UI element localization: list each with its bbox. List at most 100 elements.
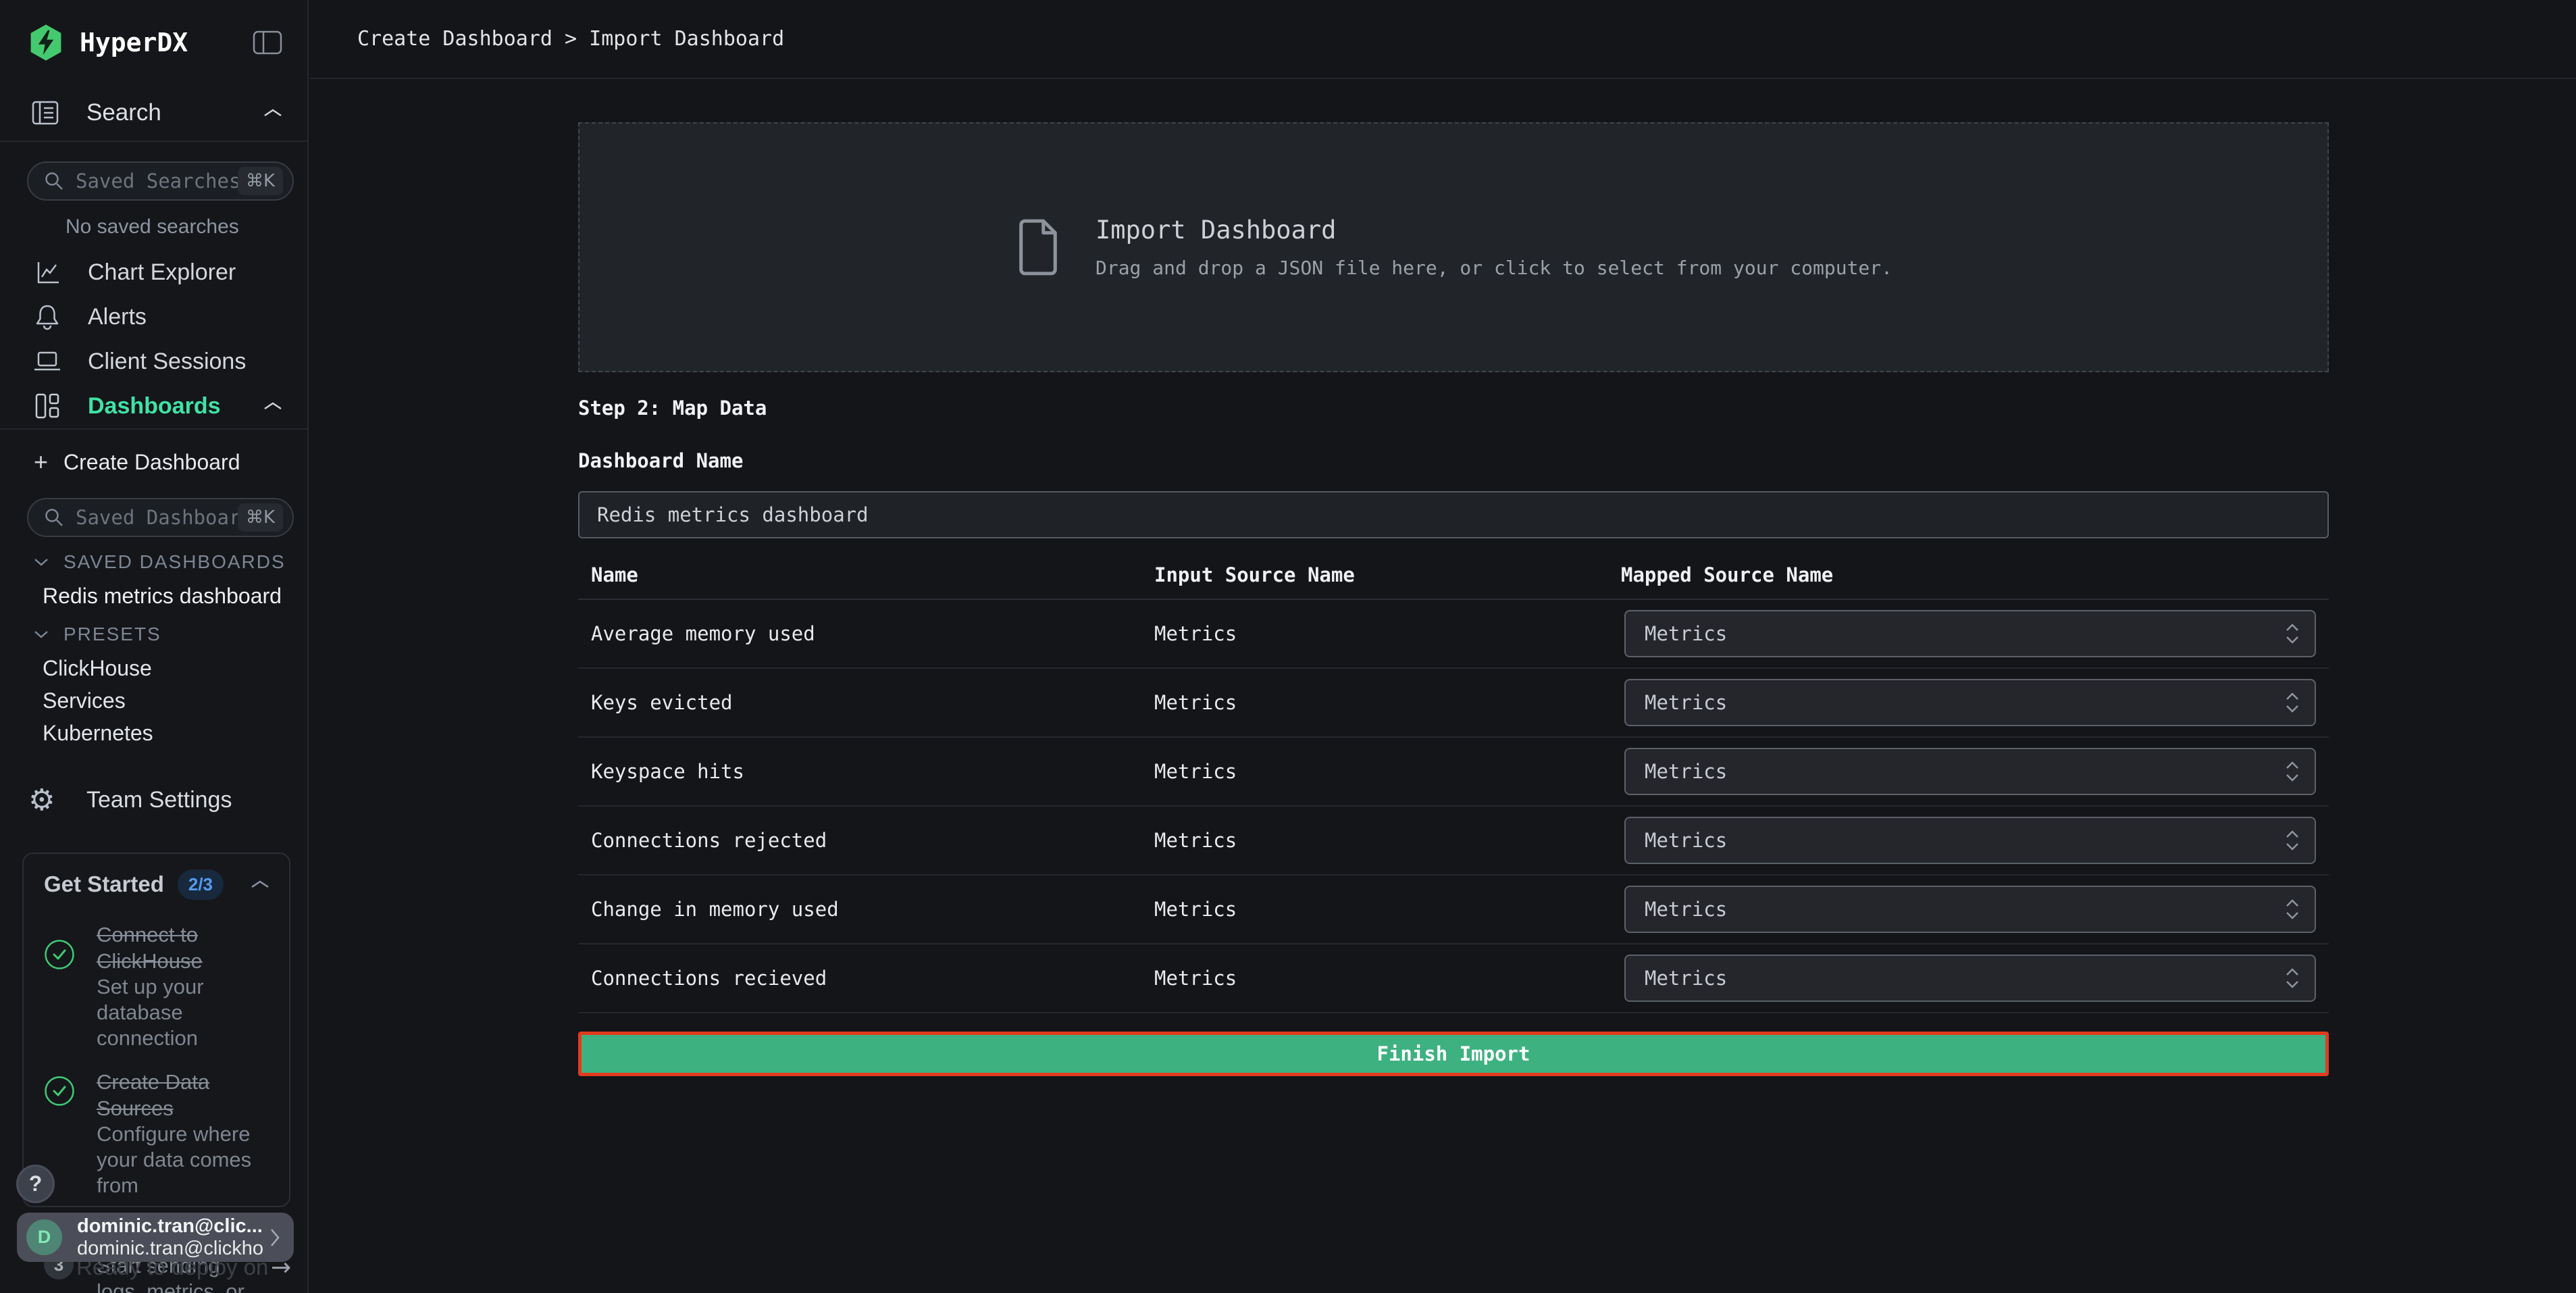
user-name: dominic.tran@clic... — [77, 1215, 263, 1238]
user-account-chip[interactable]: D dominic.tran@clic... dominic.tran@clic… — [17, 1213, 294, 1262]
team-settings-label: Team Settings — [86, 787, 232, 813]
nav-label: Alerts — [88, 304, 283, 330]
mapping-table-header: Name Input Source Name Mapped Source Nam… — [578, 551, 2329, 600]
create-dashboard-button[interactable]: + Create Dashboard — [0, 450, 307, 474]
metric-name: Average memory used — [578, 622, 1154, 645]
selected-value: Metrics — [1645, 967, 2284, 990]
mapped-source-select[interactable]: Metrics — [1624, 886, 2316, 933]
chevron-right-icon — [268, 1227, 282, 1248]
search-section-label: Search — [86, 99, 263, 126]
collapse-sidebar-icon[interactable] — [252, 29, 283, 56]
preset-item-services[interactable]: Services — [0, 684, 307, 717]
avatar: D — [26, 1219, 62, 1255]
dropzone-subtitle: Drag and drop a JSON file here, or click… — [1096, 257, 1892, 279]
dropzone-title: Import Dashboard — [1096, 216, 1892, 245]
sidebar-item-chart-explorer[interactable]: Chart Explorer — [0, 250, 307, 295]
input-source-name: Metrics — [1154, 829, 1621, 852]
step-title: Connect to ClickHouse — [97, 921, 270, 974]
metric-name: Keyspace hits — [578, 760, 1154, 783]
column-header-input-source: Input Source Name — [1154, 563, 1621, 586]
app-title: HyperDX — [80, 28, 252, 57]
search-icon — [43, 170, 65, 192]
column-header-name: Name — [578, 563, 1154, 586]
breadcrumb: Create Dashboard > Import Dashboard — [357, 27, 784, 51]
progress-badge: 2/3 — [178, 869, 224, 900]
chevron-up-icon — [263, 400, 283, 412]
step-desc: Set up your database connection — [97, 974, 270, 1051]
table-row: Average memory used Metrics Metrics — [578, 600, 2329, 669]
nav-label: Dashboards — [88, 393, 263, 420]
column-header-mapped-source: Mapped Source Name — [1621, 563, 2329, 586]
mapped-source-select[interactable]: Metrics — [1624, 748, 2316, 795]
mapped-source-select[interactable]: Metrics — [1624, 955, 2316, 1002]
logo-row: HyperDX — [0, 0, 307, 85]
hyperdx-app: HyperDX Search — [0, 0, 2576, 1293]
selected-value: Metrics — [1645, 829, 2284, 852]
chevron-down-icon — [34, 630, 49, 639]
sidebar-item-dashboards[interactable]: Dashboards — [0, 384, 307, 428]
get-started-step-connect[interactable]: Connect to ClickHouse Set up your databa… — [44, 921, 270, 1051]
saved-searches-input[interactable] — [76, 170, 238, 193]
preset-item-clickhouse[interactable]: ClickHouse — [0, 652, 307, 684]
chevron-up-icon[interactable] — [250, 878, 270, 890]
hyperdx-logo-icon — [27, 24, 65, 61]
table-row: Change in memory used Metrics Metrics — [578, 876, 2329, 944]
presets-header[interactable]: PRESETS — [0, 622, 307, 646]
sidebar-item-client-sessions[interactable]: Client Sessions — [0, 339, 307, 384]
input-source-name: Metrics — [1154, 760, 1621, 783]
get-started-card: Get Started 2/3 Connect to ClickHouse Se… — [22, 853, 290, 1207]
step-2-title: Step 2: Map Data — [578, 397, 2329, 420]
input-source-name: Metrics — [1154, 622, 1621, 645]
shortcut-badge: ⌘K — [238, 167, 283, 195]
saved-dashboard-item-redis[interactable]: Redis metrics dashboard — [0, 584, 307, 608]
mapped-source-select[interactable]: Metrics — [1624, 817, 2316, 864]
sidebar-item-alerts[interactable]: Alerts — [0, 295, 307, 339]
selected-value: Metrics — [1645, 898, 2284, 921]
saved-dashboards-input[interactable] — [76, 506, 238, 529]
team-settings-button[interactable]: ⚙ Team Settings — [0, 778, 307, 822]
finish-import-button[interactable]: Finish Import — [578, 1032, 2329, 1076]
journal-icon — [31, 99, 59, 127]
metric-name: Connections recieved — [578, 967, 1154, 990]
dashboard-name-input[interactable] — [578, 491, 2329, 538]
mapped-source-select[interactable]: Metrics — [1624, 610, 2316, 657]
main-area: Create Dashboard > Import Dashboard Impo… — [310, 0, 2576, 1293]
saved-dashboards-search[interactable]: ⌘K — [27, 498, 294, 537]
json-dropzone[interactable]: Import Dashboard Drag and drop a JSON fi… — [578, 122, 2329, 372]
select-chevrons-icon — [2284, 966, 2301, 990]
saved-dashboards-header-label: SAVED DASHBOARDS — [63, 551, 286, 573]
select-chevrons-icon — [2284, 897, 2301, 921]
input-source-name: Metrics — [1154, 898, 1621, 921]
metric-name: Connections rejected — [578, 829, 1154, 852]
selected-value: Metrics — [1645, 691, 2284, 714]
sidebar-section-search[interactable]: Search — [0, 85, 307, 142]
help-button[interactable]: ? — [16, 1165, 55, 1203]
step-desc: Configure where your data comes from — [97, 1121, 270, 1198]
no-saved-searches-note: No saved searches — [0, 216, 307, 240]
sidebar: HyperDX Search — [0, 0, 309, 1293]
select-chevrons-icon — [2284, 690, 2301, 715]
nav-label: Client Sessions — [88, 349, 283, 375]
saved-searches-search[interactable]: ⌘K — [27, 161, 294, 201]
preset-item-kubernetes[interactable]: Kubernetes — [0, 717, 307, 749]
laptop-icon — [32, 348, 62, 375]
import-dashboard-content: Import Dashboard Drag and drop a JSON fi… — [578, 122, 2329, 1076]
table-row: Connections rejected Metrics Metrics — [578, 807, 2329, 876]
table-row: Connections recieved Metrics Metrics — [578, 944, 2329, 1013]
step-title: Create Data Sources — [97, 1069, 270, 1121]
chevron-down-icon — [34, 557, 49, 567]
metric-name: Keys evicted — [578, 691, 1154, 714]
sidebar-nav: Chart Explorer Alerts Cl — [0, 250, 307, 430]
dashboard-name-label: Dashboard Name — [578, 449, 2329, 472]
gear-icon: ⚙ — [28, 783, 63, 817]
create-dashboard-label: Create Dashboard — [63, 450, 240, 475]
chart-icon — [32, 258, 62, 286]
saved-dashboards-header[interactable]: SAVED DASHBOARDS — [0, 550, 307, 574]
metric-name: Change in memory used — [578, 898, 1154, 921]
get-started-step-sources[interactable]: Create Data Sources Configure where your… — [44, 1069, 270, 1198]
select-chevrons-icon — [2284, 622, 2301, 646]
dashboards-icon — [32, 392, 62, 420]
mapped-source-select[interactable]: Metrics — [1624, 679, 2316, 726]
bell-icon — [32, 303, 62, 331]
selected-value: Metrics — [1645, 622, 2284, 645]
